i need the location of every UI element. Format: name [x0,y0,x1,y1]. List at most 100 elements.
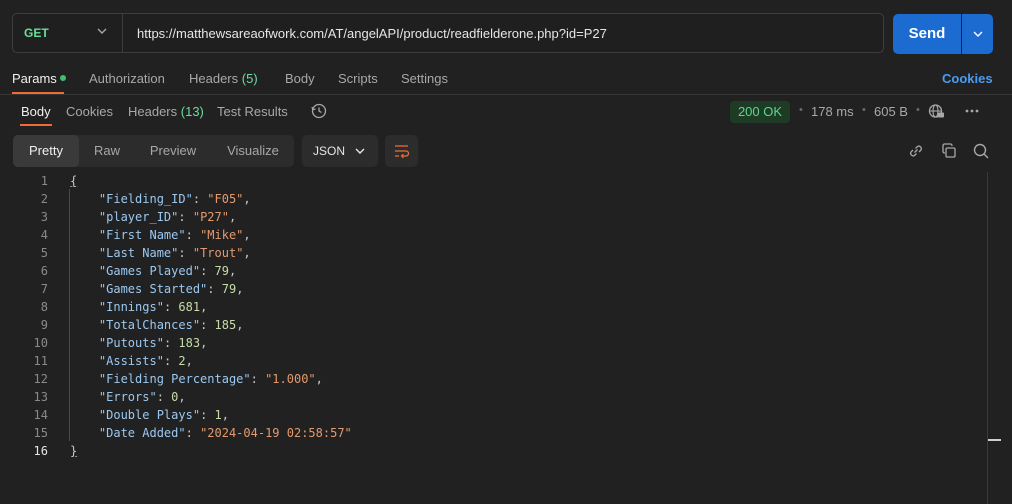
line-number: 3 [40,210,48,224]
line-number: 11 [33,354,48,368]
json-comma: , [243,246,251,260]
view-raw-button[interactable]: Raw [83,135,131,167]
json-colon: : [163,300,179,314]
scrollbar[interactable] [987,172,988,504]
copy-icon[interactable] [940,142,958,160]
json-key: "Putouts" [98,336,164,350]
line-number: 15 [33,426,48,440]
tab-headers-label: Headers [189,71,239,86]
json-value: 1 [214,408,222,422]
json-comma: , [236,318,244,332]
json-key: "Games Played" [98,264,201,278]
url-input[interactable]: https://matthewsareaofwork.com/AT/angelA… [137,26,607,41]
json-value: 2 [178,354,186,368]
code-text: { [70,172,77,190]
json-key: "Date Added" [98,426,186,440]
json-colon: : [163,354,179,368]
cookies-link[interactable]: Cookies [942,71,993,86]
response-tab-headers[interactable]: Headers (13) [128,104,204,119]
response-tab-cookies[interactable]: Cookies [66,104,113,119]
code-text: "Date Added": "2024-04-19 02:58:57" [70,424,352,442]
code-line: 15 "Date Added": "2024-04-19 02:58:57" [0,424,985,442]
json-value: "F05" [207,192,244,206]
separator-dot: • [916,104,920,116]
line-number: 1 [40,174,48,188]
tab-authorization[interactable]: Authorization [89,71,165,86]
line-number: 2 [40,192,48,206]
send-button[interactable]: Send [893,14,961,54]
code-text: "Last Name": "Trout", [70,244,251,262]
view-visualize-button[interactable]: Visualize [219,135,287,167]
response-headers-count: (13) [180,104,204,119]
view-pretty-button[interactable]: Pretty [13,135,79,167]
tab-headers[interactable]: Headers (5) [189,71,258,86]
code-line: 6 "Games Played": 79, [0,262,985,280]
response-tab-body[interactable]: Body [21,104,51,119]
code-text: "Double Plays": 1, [70,406,229,424]
line-number: 6 [40,264,48,278]
code-line: 9 "TotalChances": 185, [0,316,985,334]
json-key: "player_ID" [98,210,179,224]
code-text: "Innings": 681, [70,298,207,316]
code-line: 13 "Errors": 0, [0,388,985,406]
code-text: "TotalChances": 185, [70,316,244,334]
json-value: "1.000" [265,372,316,386]
code-line: 7 "Games Started": 79, [0,280,985,298]
json-colon: : [207,282,222,296]
scrollbar-thumb[interactable] [988,439,1001,441]
format-select[interactable]: JSON [302,135,378,167]
tab-params-label: Params [12,71,57,86]
method-label: GET [24,26,49,40]
json-key: "First Name" [98,228,186,242]
send-options-button[interactable] [962,14,993,54]
json-colon: : [192,192,208,206]
tab-params[interactable]: Params [12,71,66,86]
tab-settings[interactable]: Settings [401,71,448,86]
json-comma: , [228,210,237,224]
code-text: "Games Started": 79, [70,280,244,298]
view-mode-group: Pretty Raw Preview Visualize [13,135,294,167]
more-icon[interactable] [963,102,981,120]
method-select[interactable]: GET [13,14,123,52]
globe-icon[interactable] [927,102,945,120]
json-value: "P27" [192,210,229,224]
view-preview-button[interactable]: Preview [141,135,205,167]
json-key: "Innings" [98,300,164,314]
wrap-lines-button[interactable] [385,135,418,167]
divider [0,94,1012,95]
link-icon[interactable] [907,142,925,160]
json-colon: : [178,210,193,224]
history-icon[interactable] [310,102,328,120]
code-text: "Fielding_ID": "F05", [70,190,251,208]
json-comma: , [185,354,193,368]
search-icon[interactable] [972,142,990,160]
json-comma: , [315,372,323,386]
code-text: "Games Played": 79, [70,262,236,280]
json-comma: , [228,264,237,278]
json-brace: { [70,174,78,188]
format-label: JSON [313,144,346,158]
response-body-viewer[interactable]: 1{2 "Fielding_ID": "F05", 3 "player_ID": … [0,172,985,472]
tab-body[interactable]: Body [285,71,315,86]
code-line: 5 "Last Name": "Trout", [0,244,985,262]
chevron-down-icon [97,28,107,34]
line-number: 4 [40,228,48,242]
json-colon: : [200,408,215,422]
code-text: "First Name": "Mike", [70,226,251,244]
indent-guide [69,189,70,441]
status-badge[interactable]: 200 OK [730,101,790,123]
response-tab-headers-label: Headers [128,104,178,119]
json-colon: : [185,228,201,242]
response-time[interactable]: 178 ms [811,104,854,119]
response-size[interactable]: 605 B [874,104,908,119]
code-text: "Fielding Percentage": "1.000", [70,370,323,388]
json-colon: : [156,390,172,404]
response-tab-test-results[interactable]: Test Results [217,104,288,119]
code-line: 12 "Fielding Percentage": "1.000", [0,370,985,388]
code-line: 11 "Assists": 2, [0,352,985,370]
json-comma: , [221,408,229,422]
response-active-tab-indicator [20,124,52,126]
tab-scripts[interactable]: Scripts [338,71,378,86]
json-value: 681 [178,300,201,314]
json-key: "Errors" [98,390,157,404]
